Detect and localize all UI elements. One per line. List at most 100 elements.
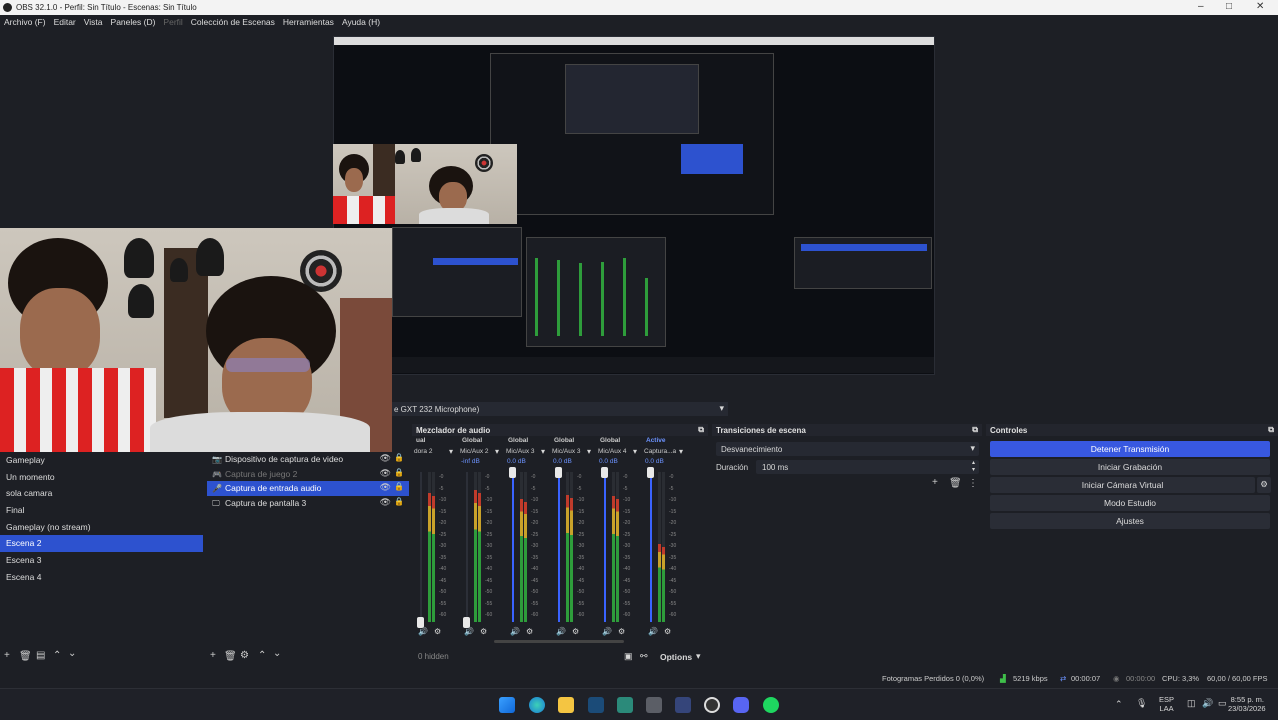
filter-icon[interactable]: ▤ bbox=[36, 650, 45, 661]
obs-taskbar-icon[interactable] bbox=[704, 697, 720, 713]
chevron-down-icon[interactable]: ⌄ bbox=[68, 648, 76, 659]
scene-item[interactable]: Escena 3 bbox=[0, 552, 203, 569]
duration-input[interactable]: 100 ms ▴ ▾ bbox=[756, 460, 979, 474]
scene-item[interactable]: Final bbox=[0, 502, 203, 519]
menu-vista[interactable]: Vista bbox=[80, 15, 107, 31]
scene-item[interactable]: Escena 2 bbox=[0, 535, 203, 553]
eye-icon[interactable]: 👁 bbox=[380, 482, 391, 493]
trash-icon[interactable]: 🗑 bbox=[949, 478, 962, 489]
add-scene-icon[interactable]: + bbox=[4, 650, 10, 661]
menu-editar[interactable]: Editar bbox=[50, 15, 80, 31]
steam-icon[interactable] bbox=[588, 697, 604, 713]
start-recording-button[interactable]: Iniciar Grabación bbox=[990, 459, 1270, 475]
chevron-up-icon[interactable]: ⌃ bbox=[258, 650, 266, 661]
fader-knob[interactable] bbox=[601, 467, 608, 478]
channel-settings-icon[interactable]: ⚙ bbox=[480, 627, 487, 636]
webcam-capture-small[interactable] bbox=[333, 144, 517, 224]
stop-streaming-button[interactable]: Detener Transmisión bbox=[990, 441, 1270, 457]
chevron-up-icon[interactable]: ⌃ bbox=[53, 650, 61, 661]
eye-icon[interactable]: 👁 bbox=[380, 497, 391, 508]
undock-icon[interactable]: ⧉ bbox=[698, 425, 704, 435]
fader-knob[interactable] bbox=[509, 467, 516, 478]
virtual-camera-gear-icon[interactable]: ⚙ bbox=[1257, 477, 1271, 493]
lock-icon[interactable]: 🔒 bbox=[394, 497, 404, 506]
lock-icon[interactable]: 🔒 bbox=[394, 468, 404, 477]
channel-settings-icon[interactable]: ⚙ bbox=[434, 627, 441, 636]
gear-icon[interactable]: ⚙ bbox=[240, 650, 249, 661]
menu-herramientas[interactable]: Herramientas bbox=[279, 15, 338, 31]
source-item[interactable]: 🎮 Captura de juego 2 👁 🔒 bbox=[207, 467, 409, 482]
language-indicator[interactable]: ESP LAA bbox=[1159, 695, 1174, 713]
microphone-tray-icon[interactable]: 🎙 bbox=[1136, 698, 1147, 709]
eye-icon[interactable]: 👁 bbox=[380, 453, 391, 464]
chevron-down-icon[interactable]: ▾ bbox=[495, 447, 499, 456]
chevron-down-icon[interactable]: ▾ bbox=[541, 447, 545, 456]
studio-mode-button[interactable]: Modo Estudio bbox=[990, 495, 1270, 511]
chevron-down-icon[interactable]: ▾ bbox=[679, 447, 683, 456]
scene-item[interactable]: Gameplay bbox=[0, 452, 203, 469]
fader-track[interactable] bbox=[420, 472, 422, 622]
trash-icon[interactable]: 🗑 bbox=[19, 651, 32, 662]
app-icon[interactable] bbox=[646, 697, 662, 713]
source-item[interactable]: 🖵 Captura de pantalla 3 👁 🔒 bbox=[207, 496, 409, 511]
chevron-down-icon[interactable]: ▾ bbox=[696, 651, 701, 662]
layout-icon[interactable]: ▣ bbox=[624, 651, 633, 662]
chevron-down-icon[interactable]: ▾ bbox=[449, 447, 453, 456]
minimize-icon[interactable]: – bbox=[1198, 1, 1204, 12]
undock-icon[interactable]: ⧉ bbox=[972, 425, 978, 435]
audio-source-selector[interactable]: e GXT 232 Microphone) ▾ bbox=[392, 402, 728, 416]
preview-area[interactable] bbox=[0, 31, 1278, 452]
lock-icon[interactable]: 🔒 bbox=[394, 482, 404, 491]
scene-item[interactable]: Gameplay (no stream) bbox=[0, 519, 203, 536]
menu-archivo[interactable]: Archivo (F) bbox=[0, 15, 50, 31]
wifi-icon[interactable]: ◫ bbox=[1187, 698, 1196, 709]
mixer-scrollbar[interactable] bbox=[494, 640, 624, 643]
spin-icon[interactable]: ▴ ▾ bbox=[972, 460, 975, 474]
fader-knob[interactable] bbox=[647, 467, 654, 478]
spotify-icon[interactable] bbox=[763, 697, 779, 713]
eye-icon[interactable]: 👁 bbox=[380, 468, 391, 479]
more-icon[interactable]: ⋮ bbox=[968, 478, 978, 489]
chevron-up-icon[interactable]: ⌃ bbox=[1115, 699, 1123, 710]
close-icon[interactable]: ✕ bbox=[1256, 1, 1264, 12]
chevron-down-icon[interactable]: ⌄ bbox=[273, 648, 281, 659]
add-source-icon[interactable]: + bbox=[210, 650, 216, 661]
speaker-icon[interactable]: 🔊 bbox=[556, 627, 566, 636]
scene-item[interactable]: sola camara bbox=[0, 485, 203, 502]
fader-track[interactable] bbox=[466, 472, 468, 622]
menu-ayuda[interactable]: Ayuda (H) bbox=[338, 15, 384, 31]
menu-coleccion-escenas[interactable]: Colección de Escenas bbox=[187, 15, 279, 31]
chevron-down-icon[interactable]: ▾ bbox=[633, 447, 637, 456]
speaker-icon[interactable]: 🔊 bbox=[464, 627, 474, 636]
scene-item[interactable]: Escena 4 bbox=[0, 569, 203, 586]
channel-settings-icon[interactable]: ⚙ bbox=[572, 627, 579, 636]
undock-icon[interactable]: ⧉ bbox=[1268, 425, 1274, 435]
discord-icon[interactable] bbox=[733, 697, 749, 713]
menu-paneles[interactable]: Paneles (D) bbox=[107, 15, 160, 31]
speaker-icon[interactable]: 🔊 bbox=[648, 627, 658, 636]
channel-settings-icon[interactable]: ⚙ bbox=[618, 627, 625, 636]
chevron-down-icon[interactable]: ▾ bbox=[587, 447, 591, 456]
app-icon[interactable] bbox=[617, 697, 633, 713]
webcam-capture-large[interactable] bbox=[0, 228, 392, 452]
add-transition-icon[interactable]: + bbox=[932, 477, 938, 488]
trash-icon[interactable]: 🗑 bbox=[224, 651, 237, 662]
channel-settings-icon[interactable]: ⚙ bbox=[526, 627, 533, 636]
chevron-down-icon[interactable]: ▾ bbox=[719, 403, 724, 414]
folder-icon[interactable] bbox=[558, 697, 574, 713]
settings-button[interactable]: Ajustes bbox=[990, 513, 1270, 529]
battery-icon[interactable]: ▭ bbox=[1218, 698, 1227, 709]
transition-select[interactable]: Desvanecimiento ▾ bbox=[716, 442, 979, 456]
mixer-options-button[interactable]: Options bbox=[660, 652, 692, 662]
source-item[interactable]: 🎤 Captura de entrada audio 👁 🔒 bbox=[207, 481, 409, 496]
app-icon[interactable] bbox=[675, 697, 691, 713]
clock[interactable]: 8:55 p. m. 23/03/2026 bbox=[1228, 695, 1266, 713]
menu-perfil[interactable]: Perfil bbox=[159, 15, 186, 31]
speaker-icon[interactable]: 🔊 bbox=[510, 627, 520, 636]
start-icon[interactable] bbox=[499, 697, 515, 713]
edge-icon[interactable] bbox=[529, 697, 545, 713]
volume-icon[interactable]: 🔊 bbox=[1202, 698, 1213, 709]
speaker-icon[interactable]: 🔊 bbox=[602, 627, 612, 636]
speaker-icon[interactable]: 🔊 bbox=[418, 627, 428, 636]
fader-knob[interactable] bbox=[555, 467, 562, 478]
